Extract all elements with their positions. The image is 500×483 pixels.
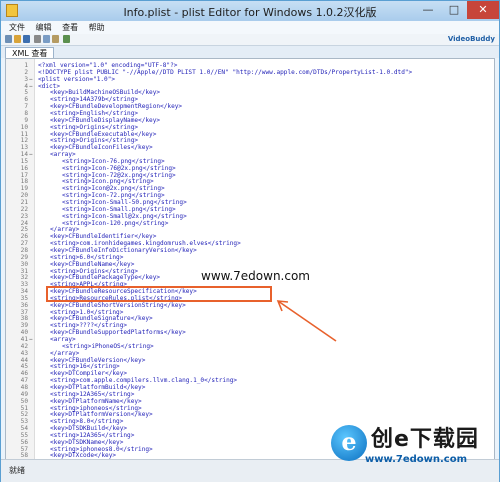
save-icon[interactable] bbox=[23, 35, 30, 43]
maximize-button[interactable]: □ bbox=[441, 1, 467, 19]
menu-view[interactable]: 查看 bbox=[62, 23, 78, 32]
new-icon[interactable] bbox=[5, 35, 12, 43]
menu-help[interactable]: 帮助 bbox=[89, 23, 105, 32]
toolbar: VideoBuddy bbox=[1, 34, 499, 46]
status-text: 就绪 bbox=[9, 466, 25, 475]
paste-icon[interactable] bbox=[52, 35, 59, 43]
xml-editor[interactable]: 1 <?xml version="1.0" encoding="UTF-8"?> 2… bbox=[5, 58, 495, 460]
menu-edit[interactable]: 编辑 bbox=[36, 23, 52, 32]
open-icon[interactable] bbox=[14, 35, 21, 43]
brand-logo: VideoBuddy bbox=[447, 35, 495, 43]
copy-icon[interactable] bbox=[43, 35, 50, 43]
tab-bar: XML 查看 bbox=[1, 46, 499, 59]
site-watermark: e 创e下载园 www.7edown.com bbox=[331, 421, 500, 483]
watermark-logo: e bbox=[331, 425, 367, 461]
cut-icon[interactable] bbox=[34, 35, 41, 43]
annotation-arrow bbox=[276, 300, 337, 342]
undo-icon[interactable] bbox=[63, 35, 70, 43]
app-window: Info.plist - plist Editor for Windows 1.… bbox=[0, 0, 500, 482]
close-button[interactable]: ✕ bbox=[467, 1, 499, 19]
title-bar[interactable]: Info.plist - plist Editor for Windows 1.… bbox=[1, 1, 499, 21]
menu-bar: 文件 编辑 查看 帮助 bbox=[1, 21, 499, 34]
watermark-brand: 创e下载园 bbox=[371, 427, 479, 452]
menu-file[interactable]: 文件 bbox=[9, 23, 25, 32]
minimize-button[interactable]: — bbox=[415, 1, 441, 19]
watermark-url: www.7edown.com bbox=[365, 454, 468, 465]
tab-label: XML 查看 bbox=[12, 49, 48, 58]
